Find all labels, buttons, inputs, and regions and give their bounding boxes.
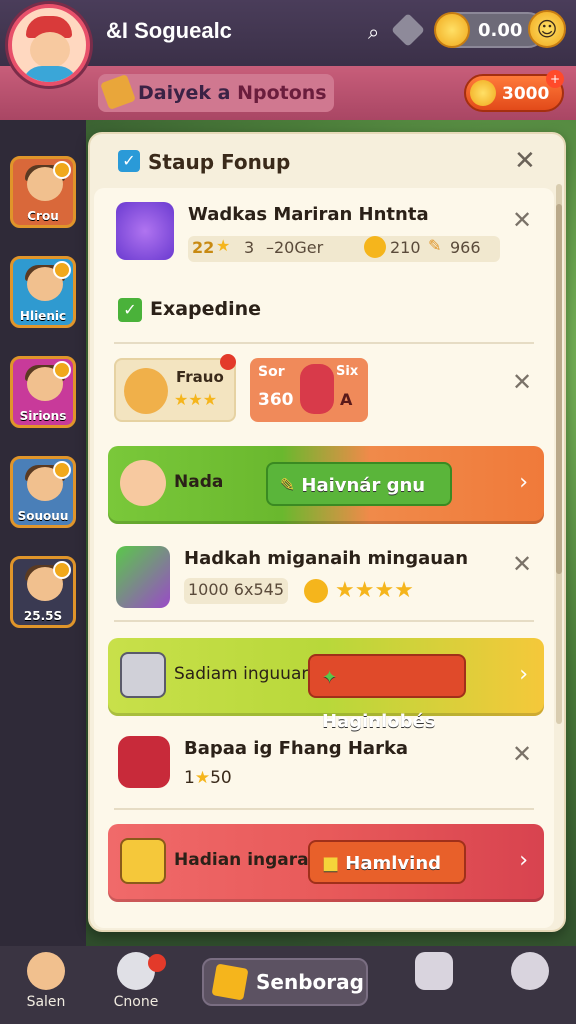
sidebar-item-label: 25.5S [23,609,63,623]
banner-button[interactable]: ✎ Haivnár gnu [266,462,452,506]
sidebar: Crou Hlienic Sirions Sououu 25.5S [0,120,86,950]
close-icon[interactable]: ✕ [512,550,532,578]
divider [114,808,534,810]
chevron-right-icon[interactable]: › [519,662,528,687]
subtitle-part1: Daiyek a [138,82,238,104]
pencil-icon [100,74,136,110]
badge-icon [53,361,71,379]
character-icon [27,952,65,990]
close-icon[interactable]: ✕ [514,146,536,176]
sidebar-item-2[interactable]: Sirions [10,356,76,428]
badge-icon [53,561,71,579]
task-title: Hadkah miganaih mingauan [184,548,469,569]
banner-nada[interactable]: Nada ✎ Haivnár gnu › [108,446,544,524]
nav-center-button[interactable]: Senborag [202,958,368,1006]
nav-item-shop[interactable] [394,952,474,1018]
pencil-icon: ✎ [428,236,442,255]
badge-icon [118,736,170,788]
monitor-icon [120,652,166,698]
sidebar-item-label: Crou [27,209,59,223]
gold-counter[interactable]: 3000 + [464,70,564,112]
notification-dot [148,954,166,972]
sidebar-item-3[interactable]: Sououu [10,456,76,528]
banner-button[interactable]: ■ Hamlvind [308,840,466,884]
badge-icon [53,461,71,479]
leaf-icon: ✦ [322,667,338,688]
badge-icon [53,161,71,179]
player-name: &I Soguealc [106,18,232,43]
bottom-nav: Salen Cnone Senborag [0,946,576,1024]
potion-icon [116,202,174,260]
nav-item-profile[interactable] [490,952,570,1018]
banner-button[interactable]: ✦ Haginlobés [308,654,466,732]
check-icon: ✓ [118,150,140,172]
pencil-icon: ✎ [280,475,296,496]
divider [114,620,534,622]
panel-content: Wadkas Mariran Hntnta 22 ★ 3 –20Ger 210 … [94,188,554,928]
task-title: Bapaa ig Fhang Harka [184,738,409,759]
divider [114,342,534,344]
sidebar-item-label: Hlienic [19,309,67,323]
character-icon [300,364,334,414]
sidebar-item-0[interactable]: Crou [10,156,76,228]
banner-hadian[interactable]: Hadian ingarar ■ Hamlvind › [108,824,544,902]
potion-icon [116,546,170,608]
section-title: Exapedine [150,298,262,320]
bear-icon [124,368,168,414]
banner-sadiam[interactable]: Sadiam inguuar ✦ Haginlobés › [108,638,544,732]
subtitle-part2: Npotons [237,82,327,104]
task-code: 1000 6x545 [184,578,288,604]
character-icon [120,460,166,506]
star-icon: ★ [216,236,231,255]
shop-icon [415,952,453,990]
add-gold-icon[interactable]: + [546,70,564,88]
check-icon: ✓ [118,298,142,322]
coin-icon [304,579,328,603]
stars-icon: ★★★ [174,390,218,409]
sub-bar: Daiyek a Npotons 3000 + [0,66,576,120]
chevron-right-icon[interactable]: › [519,848,528,873]
chevron-right-icon[interactable]: › [519,470,528,495]
notification-dot [220,354,236,370]
sidebar-item-1[interactable]: Hlienic [10,256,76,328]
box-icon: ■ [322,853,340,874]
panel-title: Staup Fonup [148,150,291,174]
nav-item-cnone[interactable]: Cnone [96,952,176,1018]
task-rewards: 22 ★ 3 –20Ger 210 ✎ 966 [188,236,500,262]
coin-icon [434,12,470,48]
scrollbar-thumb[interactable] [556,204,562,574]
close-icon[interactable]: ✕ [512,368,532,396]
quest-panel: ✓ Staup Fonup ✕ Wadkas Mariran Hntnta 22… [88,132,566,932]
task-reward: 1★50 [184,768,232,788]
sidebar-item-4[interactable]: 25.5S [10,556,76,628]
character-card[interactable]: Sor Six 360 A [250,358,368,422]
coin-value: 0.00 [478,20,523,41]
sidebar-item-label: Sirions [19,409,67,423]
sidebar-item-label: Sououu [17,509,69,523]
task-title: Wadkas Mariran Hntnta [188,204,429,225]
gold-coin-icon [470,80,496,106]
close-icon[interactable]: ✕ [512,206,532,234]
map-icon [120,838,166,884]
rating-stars: ★★★★ [304,578,414,603]
star-icon: ★ [194,768,211,788]
gold-value: 3000 [502,84,550,104]
close-icon[interactable]: ✕ [512,740,532,768]
emoji-icon[interactable]: ☺ [528,10,566,48]
coin-icon [364,236,386,258]
search-icon[interactable]: ⌕ [368,20,390,44]
avatar[interactable] [8,4,90,86]
reward-card[interactable]: Frauo ★★★ [114,354,236,422]
title-pill[interactable]: Daiyek a Npotons [98,74,334,112]
gem-icon [391,13,425,47]
box-icon [211,963,249,1001]
badge-icon [53,261,71,279]
nav-item-salen[interactable]: Salen [6,952,86,1018]
profile-icon [511,952,549,990]
